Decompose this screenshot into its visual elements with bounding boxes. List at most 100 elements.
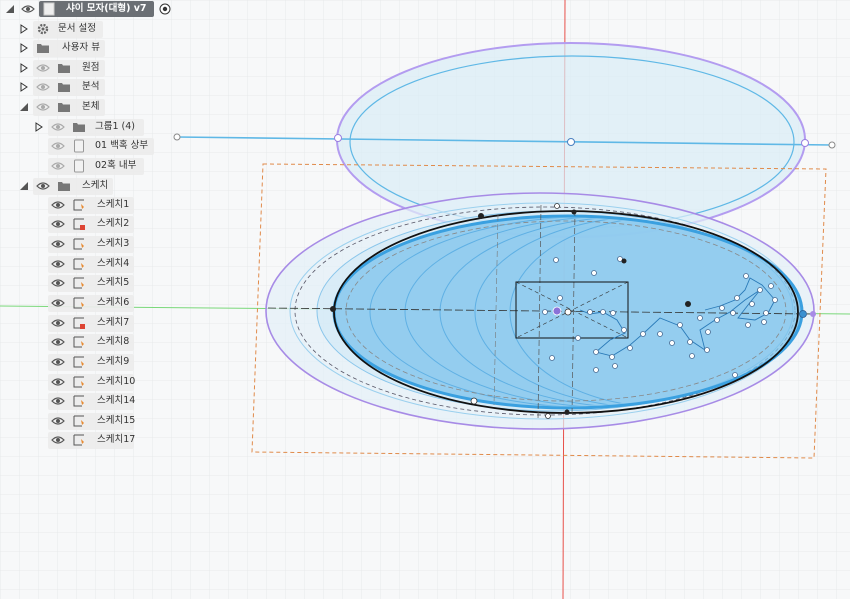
sketch-icon — [72, 375, 86, 389]
eye-icon[interactable] — [51, 296, 65, 310]
sketch-label: 스케치4 — [97, 258, 130, 269]
sketch-item[interactable]: 스케치10 — [0, 373, 140, 391]
sketch-label: 스케치1 — [97, 199, 130, 210]
eye-icon[interactable] — [51, 394, 65, 408]
sketch-label: 스케치6 — [97, 297, 130, 308]
sketch-icon — [72, 335, 86, 349]
eye-icon[interactable] — [51, 433, 65, 447]
folder-icon — [57, 179, 71, 193]
eye-hidden-icon[interactable] — [51, 120, 65, 134]
eye-icon[interactable] — [36, 179, 50, 193]
item-label: 사용자 뷰 — [62, 42, 100, 53]
sketch-icon — [72, 355, 86, 369]
eye-icon[interactable] — [51, 375, 65, 389]
eye-icon[interactable] — [51, 257, 65, 271]
sketch-item[interactable]: 스케치6 — [0, 294, 140, 312]
expand-triangle-icon[interactable] — [18, 81, 30, 93]
eye-icon[interactable] — [51, 316, 65, 330]
item-label: 01 백혹 상부 — [95, 140, 149, 151]
sketch-label: 스케치5 — [97, 277, 130, 288]
eye-icon[interactable] — [51, 335, 65, 349]
browser-root[interactable]: 샤이 모자(대형) v7 — [0, 0, 185, 18]
upper-point[interactable] — [567, 138, 575, 146]
sketch-label: 스케치8 — [97, 336, 130, 347]
sketch-item[interactable]: 스케치4 — [0, 255, 140, 273]
eye-icon[interactable] — [51, 276, 65, 290]
browser-item-named-views[interactable]: 사용자 뷰 — [0, 39, 110, 57]
sketch-label: 스케치17 — [97, 434, 136, 445]
folder-icon — [57, 100, 71, 114]
sketch-label: 스케치7 — [97, 317, 130, 328]
browser-item-origin[interactable]: 원점 — [0, 59, 110, 77]
eye-icon[interactable] — [51, 217, 65, 231]
eye-hidden-icon[interactable] — [51, 159, 65, 173]
sketch-item[interactable]: 스케치7 — [0, 314, 140, 332]
browser-item-document-settings[interactable]: 문서 설정 — [0, 20, 110, 38]
browser-item-body-02[interactable]: 02혹 내부 — [0, 157, 150, 175]
item-label: 그룹1 (4) — [95, 121, 136, 132]
sketch-item[interactable]: 스케치3 — [0, 235, 140, 253]
sketch-label: 스케치2 — [97, 218, 130, 229]
collapse-triangle-icon[interactable] — [18, 180, 30, 192]
body-icon — [72, 159, 86, 173]
item-label: 문서 설정 — [58, 23, 96, 34]
eye-hidden-icon[interactable] — [36, 61, 50, 75]
expand-triangle-icon[interactable] — [18, 62, 30, 74]
eye-hidden-icon[interactable] — [36, 100, 50, 114]
sketch-icon — [72, 276, 86, 290]
folder-icon — [36, 41, 50, 55]
browser-item-bodies[interactable]: 본체 — [0, 98, 110, 116]
sketch-label: 스케치10 — [97, 376, 136, 387]
sketch-icon — [72, 433, 86, 447]
sketch-icon — [72, 414, 86, 428]
sketch-label: 스케치3 — [97, 238, 130, 249]
folder-icon — [57, 61, 71, 75]
eye-icon[interactable] — [51, 237, 65, 251]
body-icon — [72, 139, 86, 153]
upper-point[interactable] — [828, 141, 836, 149]
eye-hidden-icon[interactable] — [36, 80, 50, 94]
sketch-item[interactable]: 스케치9 — [0, 353, 140, 371]
sketch-icon — [72, 237, 86, 251]
sketch-item[interactable]: 스케치2 — [0, 215, 140, 233]
sketch-label: 스케치14 — [97, 395, 136, 406]
eye-icon[interactable] — [51, 414, 65, 428]
browser-item-body-01[interactable]: 01 백혹 상부 — [0, 137, 160, 155]
sketch-item[interactable]: 스케치1 — [0, 196, 140, 214]
folder-icon — [57, 80, 71, 94]
sketch-item[interactable]: 스케치17 — [0, 431, 140, 449]
folder-icon — [72, 120, 86, 134]
browser-item-analysis[interactable]: 분석 — [0, 78, 110, 96]
item-label: 스케치 — [82, 180, 109, 191]
eye-icon[interactable] — [51, 355, 65, 369]
eye-icon[interactable] — [51, 198, 65, 212]
collapse-triangle-icon[interactable] — [18, 101, 30, 113]
sketch-item[interactable]: 스케치14 — [0, 392, 140, 410]
sketch-icon — [72, 198, 86, 212]
item-label: 본체 — [82, 101, 100, 112]
sketch-icon — [72, 257, 86, 271]
sketch-label: 스케치15 — [97, 415, 136, 426]
expand-triangle-icon[interactable] — [33, 121, 45, 133]
item-label: 원점 — [82, 62, 100, 73]
eye-icon[interactable] — [21, 2, 35, 16]
upper-point[interactable] — [801, 139, 809, 147]
gear-icon — [36, 22, 50, 36]
browser-item-sketches[interactable]: 스케치 — [0, 177, 120, 195]
upper-point[interactable] — [334, 134, 342, 142]
sketch-warning-icon — [72, 217, 86, 231]
sketch-warning-icon — [72, 316, 86, 330]
eye-hidden-icon[interactable] — [51, 139, 65, 153]
sketch-item[interactable]: 스케치15 — [0, 412, 140, 430]
upper-point[interactable] — [173, 133, 181, 141]
expand-triangle-icon[interactable] — [18, 42, 30, 54]
activate-radio-icon[interactable] — [158, 2, 172, 16]
expand-triangle-icon[interactable] — [18, 23, 30, 35]
document-icon — [42, 2, 56, 16]
sketch-icon — [72, 394, 86, 408]
sketch-item[interactable]: 스케치8 — [0, 333, 140, 351]
root-label: 샤이 모자(대형) v7 — [66, 3, 147, 14]
browser-item-group1[interactable]: 그룹1 (4) — [0, 118, 150, 136]
sketch-item[interactable]: 스케치5 — [0, 274, 140, 292]
collapse-triangle-icon[interactable] — [4, 3, 16, 15]
